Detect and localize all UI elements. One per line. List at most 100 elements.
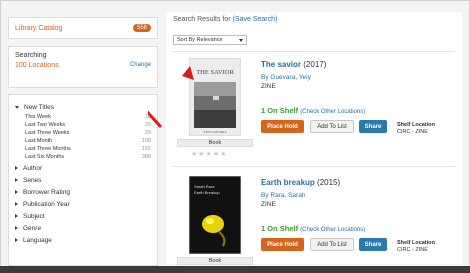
facet-series[interactable]: Series (15, 174, 151, 186)
facet-label: Series (23, 176, 42, 184)
facet-option-label: Last Two Weeks (25, 122, 66, 128)
format-bar: Book (177, 139, 253, 147)
star-icon: ★ (220, 151, 228, 158)
caret-right-icon (15, 190, 18, 194)
result-title-line: The savior (2017) (261, 60, 326, 69)
caret-right-icon (15, 202, 18, 206)
cover-author: YEIY GUEVARA (203, 130, 227, 134)
share-button[interactable]: Share (359, 238, 387, 251)
facet-option-count: 25 (144, 122, 151, 128)
library-catalog-label: Library Catalog (15, 24, 63, 32)
facet-genre[interactable]: Genre (15, 222, 151, 234)
shelf-location: Shelf Location CIRC - ZINE (397, 122, 435, 136)
on-shelf-status: 1 On Shelf (261, 224, 299, 233)
caret-right-icon (15, 238, 18, 242)
facet-author[interactable]: Author (15, 162, 151, 174)
add-to-list-button[interactable]: Add To List (310, 238, 354, 251)
format-bar: Book (177, 257, 253, 265)
availability-status: 1 On Shelf (Check Other Locations) (261, 224, 365, 233)
chevron-down-icon (239, 38, 243, 42)
shelf-location-value: CIRC - ZINE (397, 129, 428, 135)
star-icon: ★ (198, 151, 206, 158)
sort-select[interactable]: Sort By Relevance (173, 35, 247, 45)
results-heading: Search Results for (Save Search) (173, 16, 277, 23)
shelf-location-label: Shelf Location (397, 240, 435, 246)
result-title-link[interactable]: The savior (261, 60, 301, 69)
facet-option[interactable]: Last Three Months 155 (25, 145, 151, 153)
star-icon: ★ (205, 151, 213, 158)
caret-right-icon (15, 226, 18, 230)
sort-selected-value: Sort By Relevance (177, 37, 223, 43)
facet-option-label: Last Three Weeks (25, 130, 70, 136)
facet-option-label: Last Month (25, 138, 53, 144)
result-author-link[interactable]: By Guevara, Yeiy (261, 74, 311, 81)
result-author-link[interactable]: By Rara, Sarah (261, 192, 305, 199)
shelf-location: Shelf Location CIRC - ZINE (397, 240, 435, 254)
result-year: (2015) (317, 178, 341, 187)
caret-down-icon (15, 105, 19, 109)
place-hold-button[interactable]: Place Hold (261, 120, 304, 133)
facet-borrower-rating[interactable]: Borrower Rating (15, 186, 151, 198)
facet-option-label: This Week (25, 114, 51, 120)
caret-right-icon (15, 214, 18, 218)
availability-status: 1 On Shelf (Check Other Locations) (261, 106, 365, 115)
save-search-link[interactable]: (Save Search) (233, 16, 278, 23)
change-locations-link[interactable]: Change (130, 62, 151, 69)
library-catalog-item[interactable]: Library Catalog 558 (8, 17, 158, 39)
check-other-locations-link[interactable]: (Check Other Locations) (300, 109, 365, 115)
searching-panel: Searching 100 Locations Change (8, 46, 158, 88)
caret-right-icon (15, 166, 18, 170)
search-results-panel: Search Results for (Save Search) Sort By… (166, 12, 462, 265)
result-title-link[interactable]: Earth breakup (261, 178, 315, 187)
facet-option[interactable]: This Week 18 (25, 113, 151, 121)
facet-option-label: Last Six Months (25, 154, 65, 160)
shelf-location-value: CIRC - ZINE (397, 247, 428, 253)
facet-option-count: 18 (144, 114, 151, 120)
facet-option-count: 155 (141, 146, 151, 152)
place-hold-button[interactable]: Place Hold (261, 238, 304, 251)
check-other-locations-link[interactable]: (Check Other Locations) (300, 227, 365, 233)
facet-option-count: 388 (141, 154, 151, 160)
book-cover-image[interactable]: THE SAVIOR YEIY GUEVARA (189, 58, 241, 136)
facet-label: Genre (23, 224, 42, 232)
facet-publication-year[interactable]: Publication Year (15, 198, 151, 210)
facet-option-count: 108 (141, 138, 151, 144)
facet-panel: New Titles This Week 18 Last Two Weeks 25 … (8, 94, 158, 266)
facet-label: Subject (23, 212, 45, 220)
facet-label: Publication Year (23, 200, 70, 208)
result-item: THE SAVIOR YEIY GUEVARA Book ★★★★★ The s… (173, 58, 455, 163)
cover-title: THE SAVIOR (196, 69, 234, 76)
add-to-list-button[interactable]: Add To List (310, 120, 354, 133)
facet-option[interactable]: Last Three Weeks 29 (25, 129, 151, 137)
results-heading-text: Search Results for (173, 16, 231, 23)
divider (173, 166, 455, 167)
facet-subject[interactable]: Subject (15, 210, 151, 222)
shelf-location-label: Shelf Location (397, 122, 435, 128)
facet-new-titles[interactable]: New Titles (15, 101, 151, 113)
facet-language[interactable]: Language (15, 234, 151, 246)
facet-option[interactable]: Last Two Weeks 25 (25, 121, 151, 129)
result-title-line: Earth breakup (2015) (261, 178, 340, 187)
result-format: ZINE (261, 201, 276, 208)
facet-new-titles-items: This Week 18 Last Two Weeks 25 Last Three … (15, 113, 151, 161)
facet-label: Author (23, 164, 43, 172)
facet-label: Borrower Rating (23, 188, 70, 196)
divider (173, 51, 455, 52)
result-item: Sarah Rara Earth Breakup Book Earth brea… (173, 176, 455, 273)
sidebar: Library Catalog 558 Searching 100 Locati… (8, 12, 158, 266)
book-cover-image[interactable]: Sarah Rara Earth Breakup (189, 176, 241, 254)
facet-option[interactable]: Last Month 108 (25, 137, 151, 145)
star-rating[interactable]: ★★★★★ (191, 150, 227, 158)
searching-locations: 100 Locations (15, 62, 59, 69)
on-shelf-status: 1 On Shelf (261, 106, 299, 115)
caret-right-icon (15, 178, 18, 182)
facet-option[interactable]: Last Six Months 388 (25, 153, 151, 161)
share-button[interactable]: Share (359, 120, 387, 133)
cover-title: Earth Breakup (194, 190, 220, 195)
facet-label: New Titles (24, 103, 54, 111)
facet-option-label: Last Three Months (25, 146, 71, 152)
searching-title: Searching (15, 52, 47, 59)
facet-label: Language (23, 236, 52, 244)
cover-author: Sarah Rara (194, 184, 215, 189)
result-count-badge: 558 (132, 24, 151, 32)
